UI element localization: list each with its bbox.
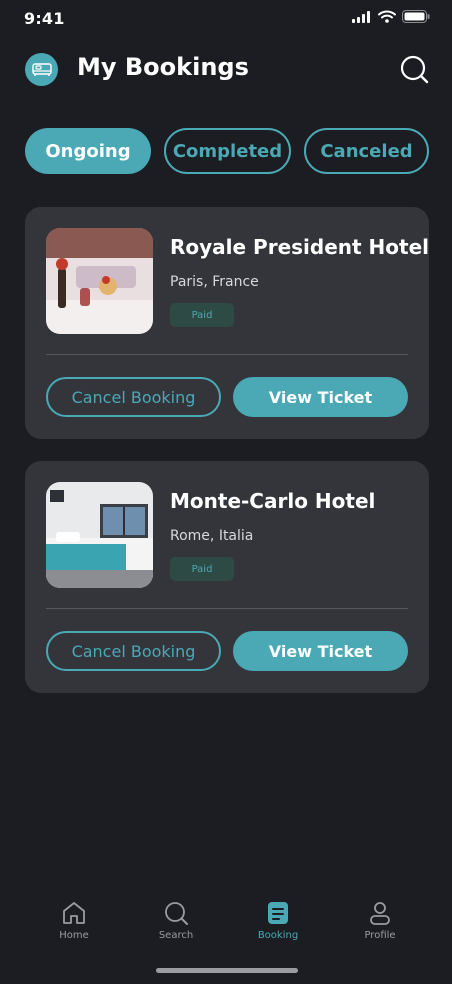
page-title: My Bookings <box>77 53 249 81</box>
hotel-image <box>46 228 153 334</box>
battery-icon <box>402 10 430 23</box>
hotel-name: Royale President Hotel <box>170 235 430 259</box>
search-icon <box>165 902 188 925</box>
hotel-location: Paris, France <box>170 274 259 290</box>
nav-label: Booking <box>257 930 299 941</box>
booking-card[interactable]: Royale President Hotel Paris, France Pai… <box>25 207 429 439</box>
cancel-booking-button[interactable]: Cancel Booking <box>46 631 221 671</box>
status-badge: Paid <box>170 557 234 581</box>
cellular-signal-icon <box>352 10 370 23</box>
hotel-image <box>46 482 153 588</box>
search-icon <box>400 55 429 84</box>
divider <box>46 608 408 609</box>
divider <box>46 354 408 355</box>
nav-booking[interactable]: Booking <box>238 900 318 941</box>
nav-label: Home <box>59 930 89 941</box>
hotel-name: Monte-Carlo Hotel <box>170 489 376 513</box>
search-button[interactable] <box>400 55 430 85</box>
nav-profile[interactable]: Profile <box>340 900 420 941</box>
wifi-icon <box>378 10 396 23</box>
status-time: 9:41 <box>24 9 65 28</box>
home-icon <box>63 902 85 924</box>
tab-canceled[interactable]: Canceled <box>304 128 429 174</box>
bed-icon <box>31 62 52 76</box>
home-indicator <box>156 968 298 973</box>
nav-home[interactable]: Home <box>34 900 114 941</box>
view-ticket-button[interactable]: View Ticket <box>233 377 408 417</box>
status-badge: Paid <box>170 303 234 327</box>
app-logo <box>25 53 58 86</box>
cancel-booking-button[interactable]: Cancel Booking <box>46 377 221 417</box>
nav-label: Search <box>158 930 194 941</box>
tab-ongoing[interactable]: Ongoing <box>25 128 151 174</box>
profile-icon <box>370 902 390 925</box>
booking-card[interactable]: Monte-Carlo Hotel Rome, Italia Paid Canc… <box>25 461 429 693</box>
status-icons <box>352 10 430 23</box>
view-ticket-button[interactable]: View Ticket <box>233 631 408 671</box>
nav-search[interactable]: Search <box>136 900 216 941</box>
nav-label: Profile <box>364 930 396 941</box>
hotel-location: Rome, Italia <box>170 528 254 544</box>
booking-icon <box>268 902 288 924</box>
tab-completed[interactable]: Completed <box>164 128 291 174</box>
